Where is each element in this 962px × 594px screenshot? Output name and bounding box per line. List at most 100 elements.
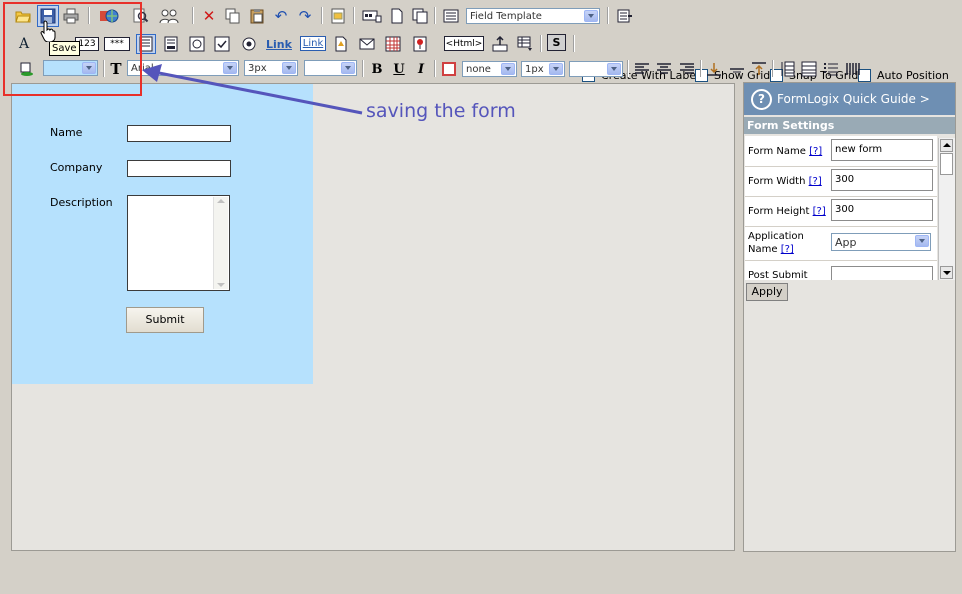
style-s-button[interactable]: S xyxy=(547,34,566,51)
scroll-down-button[interactable] xyxy=(940,266,953,279)
chevron-down-icon xyxy=(915,235,929,247)
underline-button[interactable]: U xyxy=(389,59,409,79)
post-submit-input[interactable] xyxy=(831,266,933,280)
toolbar-separator xyxy=(434,7,436,24)
post-submit-row: Post Submit xyxy=(745,261,937,280)
chevron-down-icon xyxy=(217,283,225,287)
design-canvas[interactable]: Name Company Description Submit xyxy=(11,83,735,385)
row-height-icon[interactable] xyxy=(777,59,797,79)
list-icon[interactable] xyxy=(821,59,841,79)
toolbar-separator xyxy=(700,60,702,77)
form-width-input[interactable]: 300 xyxy=(831,169,933,191)
add-field-icon[interactable] xyxy=(361,6,383,26)
redo-icon[interactable]: ↷ xyxy=(295,6,315,26)
form-height-label: Form Height [?] xyxy=(748,206,826,217)
form-name-input[interactable]: new form xyxy=(831,139,933,161)
properties-icon[interactable] xyxy=(328,6,348,26)
settings-scrollbar[interactable] xyxy=(938,138,955,280)
align-right-icon[interactable] xyxy=(677,59,697,79)
company-input[interactable] xyxy=(127,160,231,177)
border-style-value: none xyxy=(466,64,491,75)
help-link[interactable]: [?] xyxy=(813,206,826,217)
name-input[interactable] xyxy=(127,125,231,142)
quick-guide-link[interactable]: ? FormLogix Quick Guide > xyxy=(744,83,955,115)
scroll-up-button[interactable] xyxy=(940,139,953,152)
html-tool[interactable]: <Html> xyxy=(444,36,484,51)
field-template-select[interactable]: Field Template xyxy=(466,8,600,24)
application-name-row: Application Name [?] App xyxy=(745,226,937,261)
form-height-row: Form Height [?] 300 xyxy=(745,196,937,227)
application-name-value: App xyxy=(835,236,857,249)
italic-button[interactable]: I xyxy=(411,59,431,79)
textarea-scrollbar[interactable] xyxy=(213,197,228,289)
submit-label: Submit xyxy=(145,313,185,326)
delete-icon[interactable]: ✕ xyxy=(199,6,219,26)
form-height-label-text: Form Height xyxy=(748,206,810,217)
link-tool-label: Link xyxy=(266,37,292,51)
copy-icon[interactable] xyxy=(223,6,243,26)
dropdown-tool[interactable] xyxy=(187,34,207,54)
form-name-label-text: Form Name xyxy=(748,146,806,157)
html-tool-label: <Html> xyxy=(445,38,483,49)
border-color-select[interactable] xyxy=(569,61,623,77)
chevron-down-icon xyxy=(584,10,598,22)
upload-icon[interactable] xyxy=(490,34,510,54)
list-field-tool[interactable] xyxy=(161,34,181,54)
border-width-select[interactable]: 1px xyxy=(521,61,565,77)
toolbar-row-2: A 123 *** Link Link <Html> S Create With… xyxy=(0,31,962,82)
style-s-label: S xyxy=(552,36,561,49)
help-link[interactable]: [?] xyxy=(781,244,794,255)
valign-top-icon[interactable] xyxy=(749,59,769,79)
apply-button[interactable]: Apply xyxy=(746,283,788,301)
help-link[interactable]: [?] xyxy=(809,146,822,157)
help-icon: ? xyxy=(751,89,772,110)
link-button-tool-label: Link xyxy=(302,38,324,49)
valign-bottom-icon[interactable] xyxy=(704,59,724,79)
form-name-label: Form Name [?] xyxy=(748,146,822,157)
application-name-label-line1: Application xyxy=(748,231,804,242)
toolbar-separator xyxy=(192,7,194,24)
copy-page-icon[interactable] xyxy=(410,6,430,26)
toolbar-separator xyxy=(540,35,542,52)
columns-icon[interactable] xyxy=(843,59,863,79)
application-name-label: Application Name [?] xyxy=(748,230,804,256)
new-page-icon[interactable] xyxy=(387,6,407,26)
canvas-lower-area xyxy=(11,384,735,551)
toolbar-separator xyxy=(434,60,436,77)
radio-tool[interactable] xyxy=(239,34,259,54)
checkbox-tool[interactable] xyxy=(212,34,232,54)
submit-button[interactable]: Submit xyxy=(126,307,204,333)
form-height-input[interactable]: 300 xyxy=(831,199,933,221)
align-left-icon[interactable] xyxy=(632,59,652,79)
toolbar-separator xyxy=(607,7,609,24)
users-icon[interactable] xyxy=(157,6,181,26)
paste-icon[interactable] xyxy=(247,6,267,26)
table-insert-icon[interactable] xyxy=(515,34,535,54)
company-label: Company xyxy=(50,161,103,174)
valign-middle-icon[interactable] xyxy=(727,59,747,79)
scroll-thumb[interactable] xyxy=(940,153,953,175)
chevron-up-icon xyxy=(943,143,951,147)
map-pin-icon[interactable] xyxy=(410,34,430,54)
apply-template-icon[interactable] xyxy=(615,6,635,26)
bold-button[interactable]: B xyxy=(367,59,387,79)
spacing-icon[interactable] xyxy=(799,59,819,79)
bold-glyph: B xyxy=(371,61,383,77)
form-preview[interactable]: Name Company Description Submit xyxy=(12,84,313,384)
email-icon[interactable] xyxy=(357,34,377,54)
toolbar-separator xyxy=(627,60,629,77)
application-name-select[interactable]: App xyxy=(831,233,931,251)
border-style-select[interactable]: none xyxy=(462,61,517,77)
grid-table-icon[interactable] xyxy=(383,34,403,54)
template-list-icon[interactable] xyxy=(441,6,461,26)
help-link[interactable]: [?] xyxy=(809,176,822,187)
border-color-icon[interactable] xyxy=(439,59,459,79)
image-tool[interactable] xyxy=(331,34,351,54)
link-button-tool[interactable]: Link xyxy=(300,36,326,51)
undo-icon[interactable]: ↶ xyxy=(271,6,291,26)
description-textarea[interactable] xyxy=(127,195,230,291)
description-label: Description xyxy=(50,196,113,209)
chevron-down-icon xyxy=(943,271,951,275)
link-tool[interactable]: Link xyxy=(266,34,292,54)
align-center-icon[interactable] xyxy=(654,59,674,79)
